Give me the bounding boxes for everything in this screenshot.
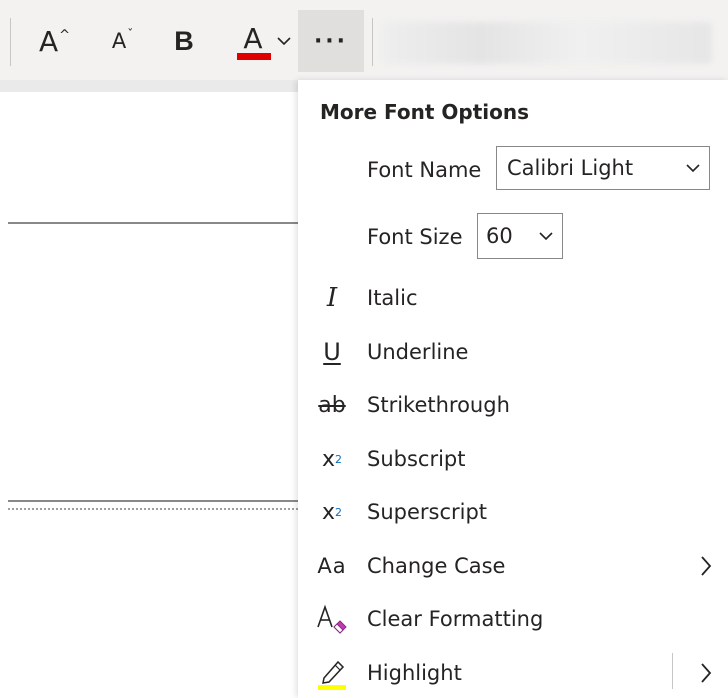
- toolbar-separator: [10, 18, 11, 66]
- document-divider: [8, 500, 298, 502]
- more-font-options-button[interactable]: ···: [298, 10, 364, 72]
- superscript-icon: x2: [321, 499, 343, 525]
- chevron-right-icon[interactable]: [700, 662, 712, 684]
- font-color-button[interactable]: A: [230, 10, 296, 72]
- more-icon: ···: [313, 28, 349, 54]
- menu-item-change-case[interactable]: Aa Change Case: [298, 543, 728, 589]
- underline-icon: U: [323, 338, 341, 366]
- menu-item-label: Highlight: [367, 661, 462, 685]
- strikethrough-icon: ab: [318, 392, 346, 418]
- document-canvas: [0, 80, 298, 698]
- menu-item-subscript[interactable]: x2 Subscript: [298, 436, 728, 482]
- menu-item-label: Strikethrough: [367, 393, 510, 417]
- chevron-down-icon: [686, 164, 700, 173]
- highlight-icon: [312, 656, 352, 690]
- font-size-label: Font Size: [367, 225, 463, 249]
- chevron-right-icon: [701, 556, 712, 576]
- font-size-select[interactable]: 60: [477, 213, 563, 259]
- chevron-down-icon[interactable]: [277, 36, 291, 46]
- bold-button[interactable]: B: [166, 10, 202, 72]
- menu-item-italic[interactable]: I Italic: [298, 275, 728, 321]
- font-name-select[interactable]: Calibri Light: [496, 146, 710, 190]
- font-size-value: 60: [486, 224, 513, 248]
- font-name-value: Calibri Light: [507, 156, 634, 180]
- menu-item-label: Superscript: [367, 500, 488, 524]
- grow-font-button[interactable]: A^: [34, 10, 74, 72]
- font-color-swatch: [237, 53, 271, 60]
- ribbon-toolbar: A^ Aˇ B A ···: [0, 0, 728, 80]
- menu-item-underline[interactable]: U Underline: [298, 329, 728, 375]
- change-case-icon: Aa: [317, 554, 347, 578]
- menu-item-label: Change Case: [367, 554, 506, 578]
- toolbar-separator: [372, 18, 373, 66]
- document-divider: [8, 222, 298, 224]
- shrink-font-button[interactable]: Aˇ: [104, 10, 140, 72]
- menu-item-label: Subscript: [367, 447, 466, 471]
- font-name-label: Font Name: [367, 158, 482, 182]
- menu-item-strikethrough[interactable]: ab Strikethrough: [298, 382, 728, 428]
- blurred-toolbar-controls: [382, 22, 712, 64]
- font-color-icon: A: [235, 16, 271, 66]
- menu-item-clear-formatting[interactable]: Clear Formatting: [298, 596, 728, 642]
- chevron-down-icon: [539, 232, 553, 241]
- document-dotted-divider: [8, 508, 298, 510]
- highlight-color-swatch: [318, 685, 346, 690]
- grow-font-icon: A^: [38, 24, 71, 58]
- menu-item-label: Italic: [367, 286, 418, 310]
- subscript-icon: x2: [321, 446, 343, 472]
- italic-icon: I: [326, 283, 338, 313]
- menu-item-label: Underline: [367, 340, 469, 364]
- clear-formatting-icon: [312, 603, 352, 635]
- split-button-separator: [672, 653, 673, 689]
- panel-title: More Font Options: [320, 100, 530, 124]
- menu-item-superscript[interactable]: x2 Superscript: [298, 489, 728, 535]
- document-top-border: [0, 80, 298, 92]
- shrink-font-icon: Aˇ: [111, 27, 134, 53]
- bold-icon: B: [174, 25, 194, 56]
- more-font-options-panel: More Font Options Font Name Calibri Ligh…: [298, 80, 728, 698]
- menu-item-label: Clear Formatting: [367, 607, 544, 631]
- menu-item-highlight[interactable]: Highlight: [298, 650, 728, 696]
